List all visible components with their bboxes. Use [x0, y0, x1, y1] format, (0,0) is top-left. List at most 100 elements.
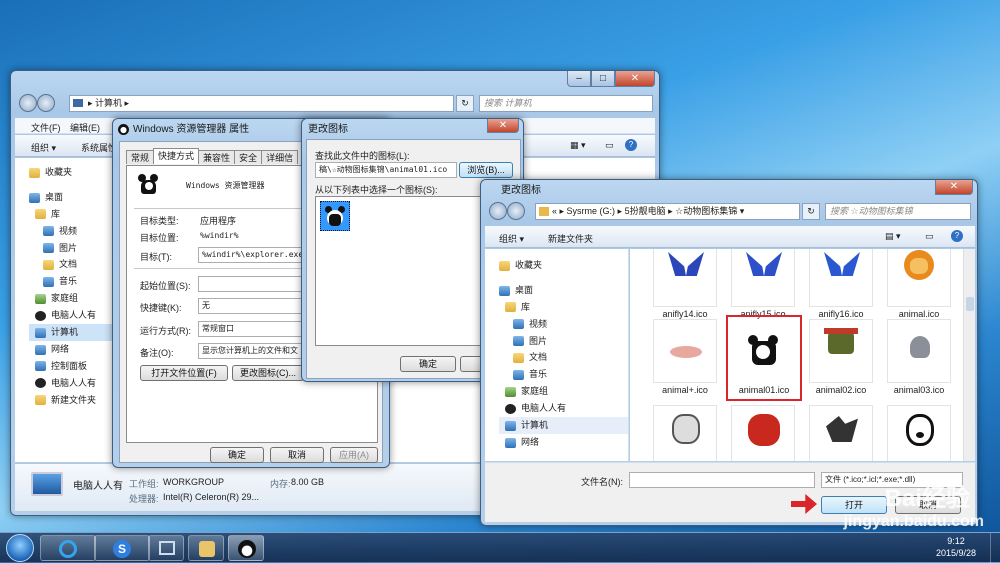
breadcrumb[interactable]: « ▸ Sysrme (G:) ▸ 5扮靓电脑 ▸ ☆动物图标集锦 ▾	[535, 203, 800, 220]
panda-icon	[238, 540, 256, 558]
nav-control-panel[interactable]: 控制面板	[29, 358, 119, 375]
icon-file-input[interactable]: 稿\☆动物图标集锦\animal01.ico	[315, 162, 457, 178]
cancel-button[interactable]: 取消	[270, 447, 324, 463]
nav-desktop[interactable]: 桌面	[29, 189, 119, 206]
file-tile[interactable]: anifly15.ico	[728, 249, 798, 321]
breadcrumb-folder[interactable]: 5扮靓电脑	[625, 206, 666, 216]
breadcrumb-overflow[interactable]: «	[552, 206, 557, 216]
tab-details[interactable]: 详细信	[261, 150, 299, 164]
tab-shortcut[interactable]: 快捷方式	[153, 148, 200, 164]
nav-desktop[interactable]: 桌面	[499, 282, 628, 299]
nav-homegroup[interactable]: 家庭组	[29, 290, 119, 307]
search-input[interactable]: 搜索 计算机	[479, 95, 653, 112]
nav-documents[interactable]: 文档	[29, 256, 119, 273]
ok-button[interactable]: 确定	[210, 447, 264, 463]
mouse-icon	[887, 319, 951, 383]
workgroup-value: WORKGROUP	[163, 477, 225, 487]
lion-icon	[887, 249, 951, 307]
nav-music[interactable]: 音乐	[29, 273, 119, 290]
menu-edit[interactable]: 编辑(E)	[70, 121, 100, 134]
close-button[interactable]: ✕	[935, 180, 973, 195]
nav-videos[interactable]: 视频	[29, 223, 119, 240]
nav-homegroup[interactable]: 家庭组	[499, 383, 628, 400]
taskbar-panda[interactable]	[228, 535, 264, 561]
nav-computer[interactable]: 计算机	[499, 417, 628, 434]
file-grid-scrollbar[interactable]	[963, 249, 975, 461]
file-tile[interactable]	[650, 405, 720, 461]
nav-libraries[interactable]: 库	[29, 206, 119, 223]
file-name: animal01.ico	[738, 385, 790, 395]
nav-user[interactable]: 电脑人人有	[499, 400, 628, 417]
organize-menu[interactable]: 组织 ▾	[499, 232, 524, 245]
organize-menu[interactable]: 组织 ▾	[31, 141, 56, 154]
nav-user[interactable]: 电脑人人有	[29, 307, 119, 324]
nav-new-folder[interactable]: 新建文件夹	[29, 392, 119, 409]
close-button[interactable]: ✕	[487, 119, 519, 133]
nav-videos[interactable]: 视频	[499, 316, 628, 333]
taskbar-network[interactable]	[148, 535, 184, 561]
file-tile[interactable]: animal+.ico	[650, 319, 720, 397]
nav-network[interactable]: 网络	[499, 434, 628, 451]
tab-general[interactable]: 常规	[126, 150, 155, 164]
minimize-button[interactable]: –	[567, 71, 591, 87]
clock[interactable]: 9:12 2015/9/28	[926, 535, 986, 561]
nav-libraries[interactable]: 库	[499, 299, 628, 316]
nav-favorites[interactable]: 收藏夹	[29, 164, 119, 181]
close-button[interactable]: ✕	[615, 71, 655, 87]
nav-favorites[interactable]: 收藏夹	[499, 257, 628, 274]
panda-icon	[35, 378, 46, 389]
nav-network[interactable]: 网络	[29, 341, 119, 358]
apply-button[interactable]: 应用(A)	[330, 447, 378, 463]
ok-button[interactable]: 确定	[400, 356, 456, 372]
breadcrumb-current[interactable]: ☆动物图标集锦	[675, 206, 737, 216]
preview-pane-button[interactable]: ▭	[925, 231, 934, 242]
nav-computer[interactable]: 计算机	[29, 324, 119, 341]
back-button[interactable]	[489, 202, 507, 220]
file-tile[interactable]: animal02.ico	[806, 319, 876, 397]
file-tile[interactable]	[728, 405, 798, 461]
taskbar-paint[interactable]	[188, 535, 224, 561]
forward-button[interactable]	[507, 202, 525, 220]
target-label: 目标(T):	[140, 252, 172, 262]
find-icons-label: 查找此文件中的图标(L):	[315, 151, 410, 161]
nav-documents[interactable]: 文档	[499, 349, 628, 366]
refresh-button[interactable]: ↻	[456, 95, 474, 112]
help-icon[interactable]: ?	[625, 139, 637, 151]
preview-pane-button[interactable]: ▭	[605, 140, 614, 151]
file-tile-selected[interactable]: animal01.ico	[726, 315, 802, 401]
file-tile[interactable]: animal.ico	[884, 249, 954, 321]
taskbar-sogou[interactable]: S	[94, 535, 150, 561]
paint-icon	[199, 541, 215, 557]
back-button[interactable]	[19, 94, 37, 112]
tab-security[interactable]: 安全	[234, 150, 263, 164]
tab-compatibility[interactable]: 兼容性	[198, 150, 236, 164]
panda-icon[interactable]	[320, 201, 350, 231]
search-input[interactable]: 搜索 ☆动物图标集锦	[825, 203, 971, 220]
breadcrumb-drive[interactable]: Sysrme (G:)	[567, 206, 616, 216]
refresh-button[interactable]: ↻	[802, 203, 820, 220]
nav-pictures[interactable]: 图片	[499, 333, 628, 350]
file-tile[interactable]: anifly14.ico	[650, 249, 720, 321]
open-file-location-button[interactable]: 打开文件位置(F)	[140, 365, 228, 381]
file-tile[interactable]	[884, 405, 954, 461]
nav-pictures[interactable]: 图片	[29, 240, 119, 257]
file-tile[interactable]	[806, 405, 876, 461]
show-desktop-button[interactable]	[990, 533, 1000, 563]
taskbar-ie[interactable]	[40, 535, 96, 561]
change-icon-button[interactable]: 更改图标(C)...	[232, 365, 304, 381]
menu-file[interactable]: 文件(F)	[31, 121, 61, 134]
picture-icon	[513, 336, 524, 347]
file-tile[interactable]: animal03.ico	[884, 319, 954, 397]
help-icon[interactable]: ?	[951, 230, 963, 242]
address-bar[interactable]: ▸ 计算机 ▸	[69, 95, 454, 112]
nav-music[interactable]: 音乐	[499, 366, 628, 383]
nav-user-2[interactable]: 电脑人人有	[29, 375, 119, 392]
browse-button[interactable]: 浏览(B)...	[459, 162, 513, 178]
file-tile[interactable]: anifly16.ico	[806, 249, 876, 321]
maximize-button[interactable]: □	[591, 71, 615, 87]
forward-button[interactable]	[37, 94, 55, 112]
new-folder-button[interactable]: 新建文件夹	[548, 232, 593, 245]
start-button[interactable]	[6, 534, 34, 562]
view-options-button[interactable]: ▤ ▾	[885, 231, 901, 242]
view-options-button[interactable]: ▦ ▾	[570, 140, 586, 151]
